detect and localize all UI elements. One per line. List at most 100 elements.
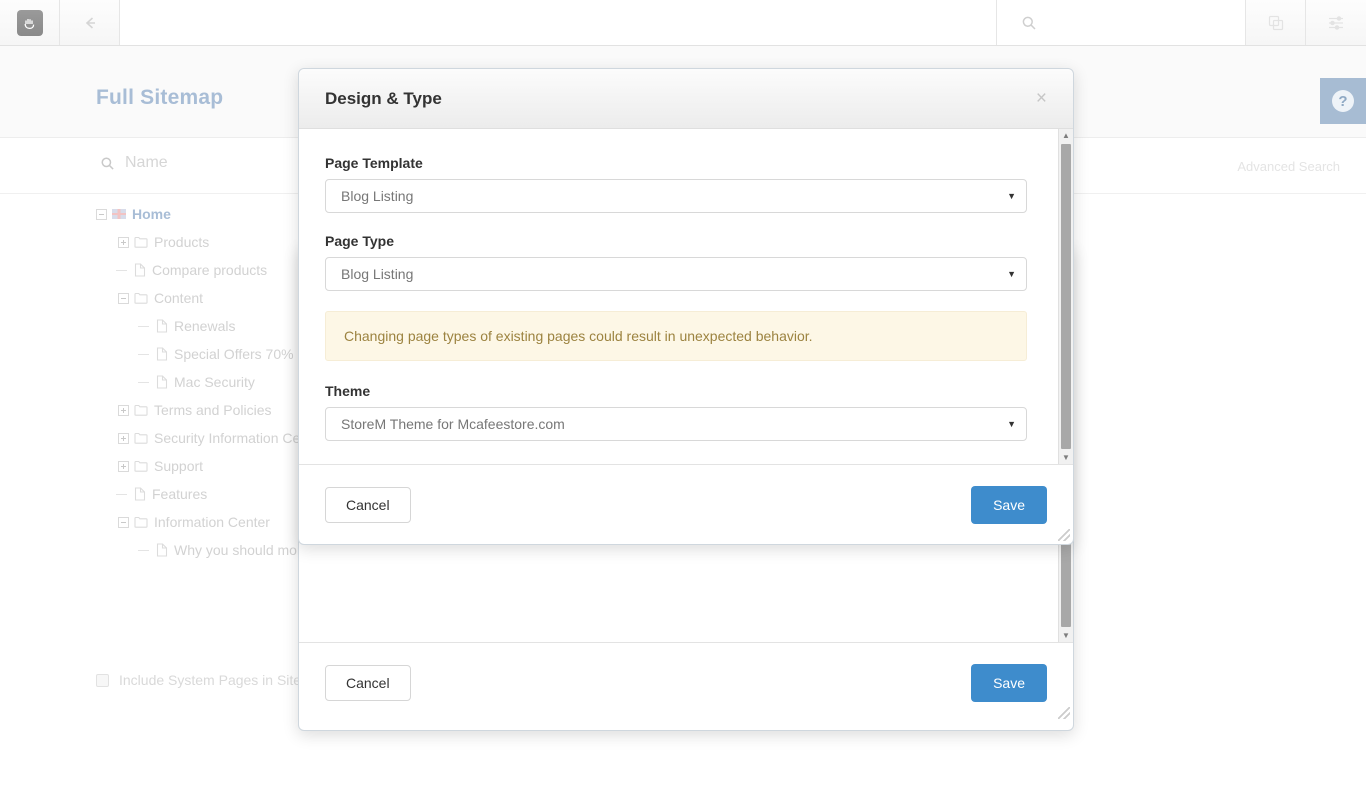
page-type-warning: Changing page types of existing pages co…	[325, 311, 1027, 361]
file-icon	[134, 263, 146, 277]
folder-icon	[134, 432, 148, 444]
copy-pages-button[interactable]	[1246, 0, 1306, 45]
resize-grip-icon[interactable]	[1058, 529, 1070, 541]
page-template-label: Page Template	[325, 155, 423, 171]
file-icon	[156, 319, 168, 333]
help-button[interactable]: ?	[1320, 78, 1366, 124]
dialog-scrollbar[interactable]: ▲ ▼	[1058, 129, 1073, 464]
tree-leaf-connector	[138, 321, 151, 332]
file-icon	[134, 263, 146, 277]
tree-item-label: Products	[154, 234, 210, 250]
folder-icon	[134, 516, 148, 528]
include-system-pages-checkbox[interactable]	[96, 673, 109, 687]
scroll-down-arrow-icon[interactable]: ▼	[1059, 451, 1073, 464]
tree-item-label: Compare products	[152, 262, 268, 278]
tree-item-label: Terms and Policies	[154, 402, 272, 418]
toolbar-search-field[interactable]	[997, 0, 1246, 45]
tree-item-label: Special Offers 70% off	[174, 346, 313, 362]
file-icon	[156, 347, 168, 361]
search-icon	[101, 157, 114, 170]
page-type-value: Blog Listing	[341, 266, 414, 282]
resize-grip-icon[interactable]	[1058, 707, 1070, 719]
file-icon	[134, 487, 146, 501]
chevron-down-icon: ▼	[1007, 419, 1016, 429]
app-logo-button[interactable]	[0, 0, 60, 45]
tree-item-label: Information Center	[154, 514, 270, 530]
file-icon	[156, 543, 168, 557]
flag-uk-icon	[112, 209, 126, 219]
include-system-pages-row[interactable]: Include System Pages in Sitemap	[96, 672, 328, 688]
tree-item-label: Content	[154, 290, 204, 306]
tree-item-label: Features	[152, 486, 208, 502]
tree-toggle-minus[interactable]	[96, 208, 107, 220]
scroll-down-arrow-icon[interactable]: ▼	[1059, 629, 1073, 642]
folder-icon	[134, 460, 148, 472]
tree-toggle-plus[interactable]	[118, 460, 129, 472]
sitemap-search-placeholder: Name	[125, 154, 168, 171]
tree-toggle-plus[interactable]	[118, 404, 129, 416]
folder-icon	[134, 432, 148, 444]
question-mark-icon: ?	[1332, 90, 1354, 112]
cancel-button[interactable]: Cancel	[325, 664, 411, 701]
folder-icon	[134, 404, 148, 416]
dialog-body: Page Template Blog Listing ▼ Page Type B…	[299, 129, 1073, 464]
folder-icon	[134, 460, 148, 472]
save-button[interactable]: Save	[971, 485, 1047, 524]
page-template-value: Blog Listing	[341, 188, 414, 204]
folder-icon	[134, 236, 148, 248]
design-and-type-dialog: Design & Type × Page Template Blog Listi…	[298, 68, 1074, 545]
tree-item-label: Home	[132, 206, 171, 222]
scroll-up-arrow-icon[interactable]: ▲	[1059, 129, 1073, 142]
cancel-button[interactable]: Cancel	[325, 486, 411, 523]
theme-label: Theme	[325, 383, 371, 399]
page-type-label: Page Type	[325, 233, 394, 249]
dialog-footer: Cancel Save	[299, 464, 1073, 544]
tree-item-label: Mac Security	[174, 374, 255, 390]
theme-value: StoreM Theme for Mcafeestore.com	[341, 416, 565, 432]
url-bar[interactable]	[120, 0, 997, 45]
tree-toggle-minus[interactable]	[118, 516, 129, 528]
save-button[interactable]: Save	[971, 663, 1047, 702]
file-icon	[156, 347, 168, 361]
tree-leaf-connector	[116, 489, 129, 500]
tree-leaf-connector	[138, 545, 151, 556]
tree-toggle-minus[interactable]	[118, 292, 129, 304]
folder-icon	[134, 292, 148, 304]
folder-icon	[134, 292, 148, 304]
scrollbar-thumb[interactable]	[1061, 144, 1071, 449]
chevron-down-icon: ▼	[1007, 191, 1016, 201]
flag-uk-icon	[112, 209, 126, 219]
tree-item-label: Renewals	[174, 318, 236, 334]
tree-leaf-connector	[116, 265, 129, 276]
folder-icon	[134, 404, 148, 416]
hand-logo-icon	[16, 9, 43, 36]
file-icon	[156, 375, 168, 389]
chevron-down-icon: ▼	[1007, 269, 1016, 279]
search-icon	[1022, 16, 1036, 30]
tree-leaf-connector	[138, 349, 151, 360]
include-system-pages-label: Include System Pages in Sitemap	[119, 672, 329, 688]
sliders-settings-icon	[1329, 15, 1343, 30]
background-dialog-footer: Cancel Save	[299, 642, 1073, 722]
copy-pages-icon	[1268, 15, 1283, 30]
file-icon	[156, 319, 168, 333]
back-button[interactable]	[60, 0, 120, 45]
file-icon	[156, 543, 168, 557]
tree-leaf-connector	[138, 377, 151, 388]
browser-toolbar	[0, 0, 1366, 46]
dialog-title: Design & Type	[325, 88, 442, 108]
theme-select[interactable]: StoreM Theme for Mcafeestore.com ▼	[325, 407, 1027, 441]
folder-icon	[134, 236, 148, 248]
close-icon[interactable]: ×	[1036, 89, 1047, 108]
dialog-header: Design & Type ×	[299, 69, 1073, 129]
back-arrow-icon	[85, 16, 95, 29]
tree-toggle-plus[interactable]	[118, 432, 129, 444]
advanced-search-link[interactable]: Advanced Search	[1237, 159, 1340, 174]
sitemap-search-field[interactable]: Name	[100, 154, 168, 172]
tree-toggle-plus[interactable]	[118, 236, 129, 248]
settings-button[interactable]	[1306, 0, 1366, 45]
page-type-select[interactable]: Blog Listing ▼	[325, 257, 1027, 291]
file-icon	[156, 375, 168, 389]
page-template-select[interactable]: Blog Listing ▼	[325, 179, 1027, 213]
file-icon	[134, 487, 146, 501]
